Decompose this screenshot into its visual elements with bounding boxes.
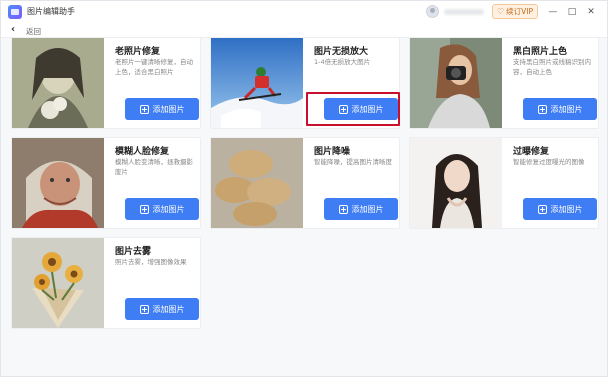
card-colorize[interactable]: 黑白照片上色 支持黑白照片或线稿识别内容，自动上色 添加图片 [409,37,599,129]
colorize-thumbnail [410,38,502,128]
card-description: 1-4倍无损放大图片 [314,58,371,66]
card-description: 模糊人脸变清晰，拯救摄影废片 [115,158,193,176]
renew-vip-button[interactable]: ♡ 续订VIP [492,4,538,19]
minimize-button[interactable]: — [546,4,560,19]
add-image-button[interactable]: 添加图片 [125,98,199,120]
plus-icon [139,304,149,314]
plus-icon [537,204,547,214]
card-title: 过曝修复 [513,147,550,157]
denoise-thumbnail [211,138,303,228]
plus-icon [139,104,149,114]
card-description: 支持黑白照片或线稿识别内容，自动上色 [513,58,591,76]
back-link[interactable]: 返回 [26,26,41,37]
maximize-button[interactable]: □ [565,4,579,19]
card-description: 照片去雾，增强图像效果 [115,258,187,266]
plus-icon [537,104,547,114]
close-button[interactable]: ✕ [584,4,598,19]
card-title: 图片去雾 [115,247,152,257]
app-logo-icon [8,5,22,19]
user-avatar[interactable] [426,5,439,18]
add-image-button[interactable]: 添加图片 [523,98,597,120]
card-title: 图片降噪 [314,147,351,157]
add-image-label: 添加图片 [550,104,583,114]
add-image-button[interactable]: 添加图片 [125,198,199,220]
card-face-restore[interactable]: 模糊人脸修复 模糊人脸变清晰，拯救摄影废片 添加图片 [11,137,201,229]
highlight-annotation [306,92,400,126]
old-photo-thumbnail [12,38,104,128]
card-description: 老照片一键清晰修复，自动上色，适合黑白照片 [115,58,193,76]
card-title: 老照片修复 [115,47,161,57]
renew-vip-label: 续订VIP [506,7,534,16]
card-old-photo-restore[interactable]: 老照片修复 老照片一键清晰修复，自动上色，适合黑白照片 添加图片 [11,37,201,129]
app-title: 图片编辑助手 [27,7,75,16]
add-image-label: 添加图片 [152,104,185,114]
card-dehaze[interactable]: 图片去雾 照片去雾，增强图像效果 添加图片 [11,237,201,329]
card-title: 图片无损放大 [314,47,369,57]
add-image-button[interactable]: 添加图片 [523,198,597,220]
add-image-label: 添加图片 [550,204,583,214]
card-denoise[interactable]: 图片降噪 智能降噪，提高图片清晰度 添加图片 [210,137,400,229]
app-window: 图片编辑助手 ♡ 续订VIP — □ ✕ ‹ 返回 老照片修复 老照片一键清晰修… [0,0,608,377]
username-blurred[interactable] [444,9,484,15]
add-image-button[interactable]: 添加图片 [125,298,199,320]
add-image-button[interactable]: 添加图片 [324,198,398,220]
add-image-label: 添加图片 [152,204,185,214]
add-image-label: 添加图片 [152,304,185,314]
crown-icon: ♡ [496,7,505,16]
plus-icon [338,204,348,214]
plus-icon [139,204,149,214]
card-overexposure[interactable]: 过曝修复 智能修复过度曝光的图像 添加图片 [409,137,599,229]
upscale-thumbnail [211,38,303,128]
face-restore-thumbnail [12,138,104,228]
nav-bar: ‹ 返回 [1,23,607,38]
title-bar: 图片编辑助手 ♡ 续订VIP — □ ✕ [1,1,607,23]
card-description: 智能降噪，提高图片清晰度 [314,158,392,166]
card-description: 智能修复过度曝光的图像 [513,158,585,166]
overexposure-thumbnail [410,138,502,228]
card-title: 模糊人脸修复 [115,147,170,157]
back-arrow-icon[interactable]: ‹ [11,24,15,35]
add-image-label: 添加图片 [351,204,384,214]
dehaze-thumbnail [12,238,104,328]
card-title: 黑白照片上色 [513,47,568,57]
